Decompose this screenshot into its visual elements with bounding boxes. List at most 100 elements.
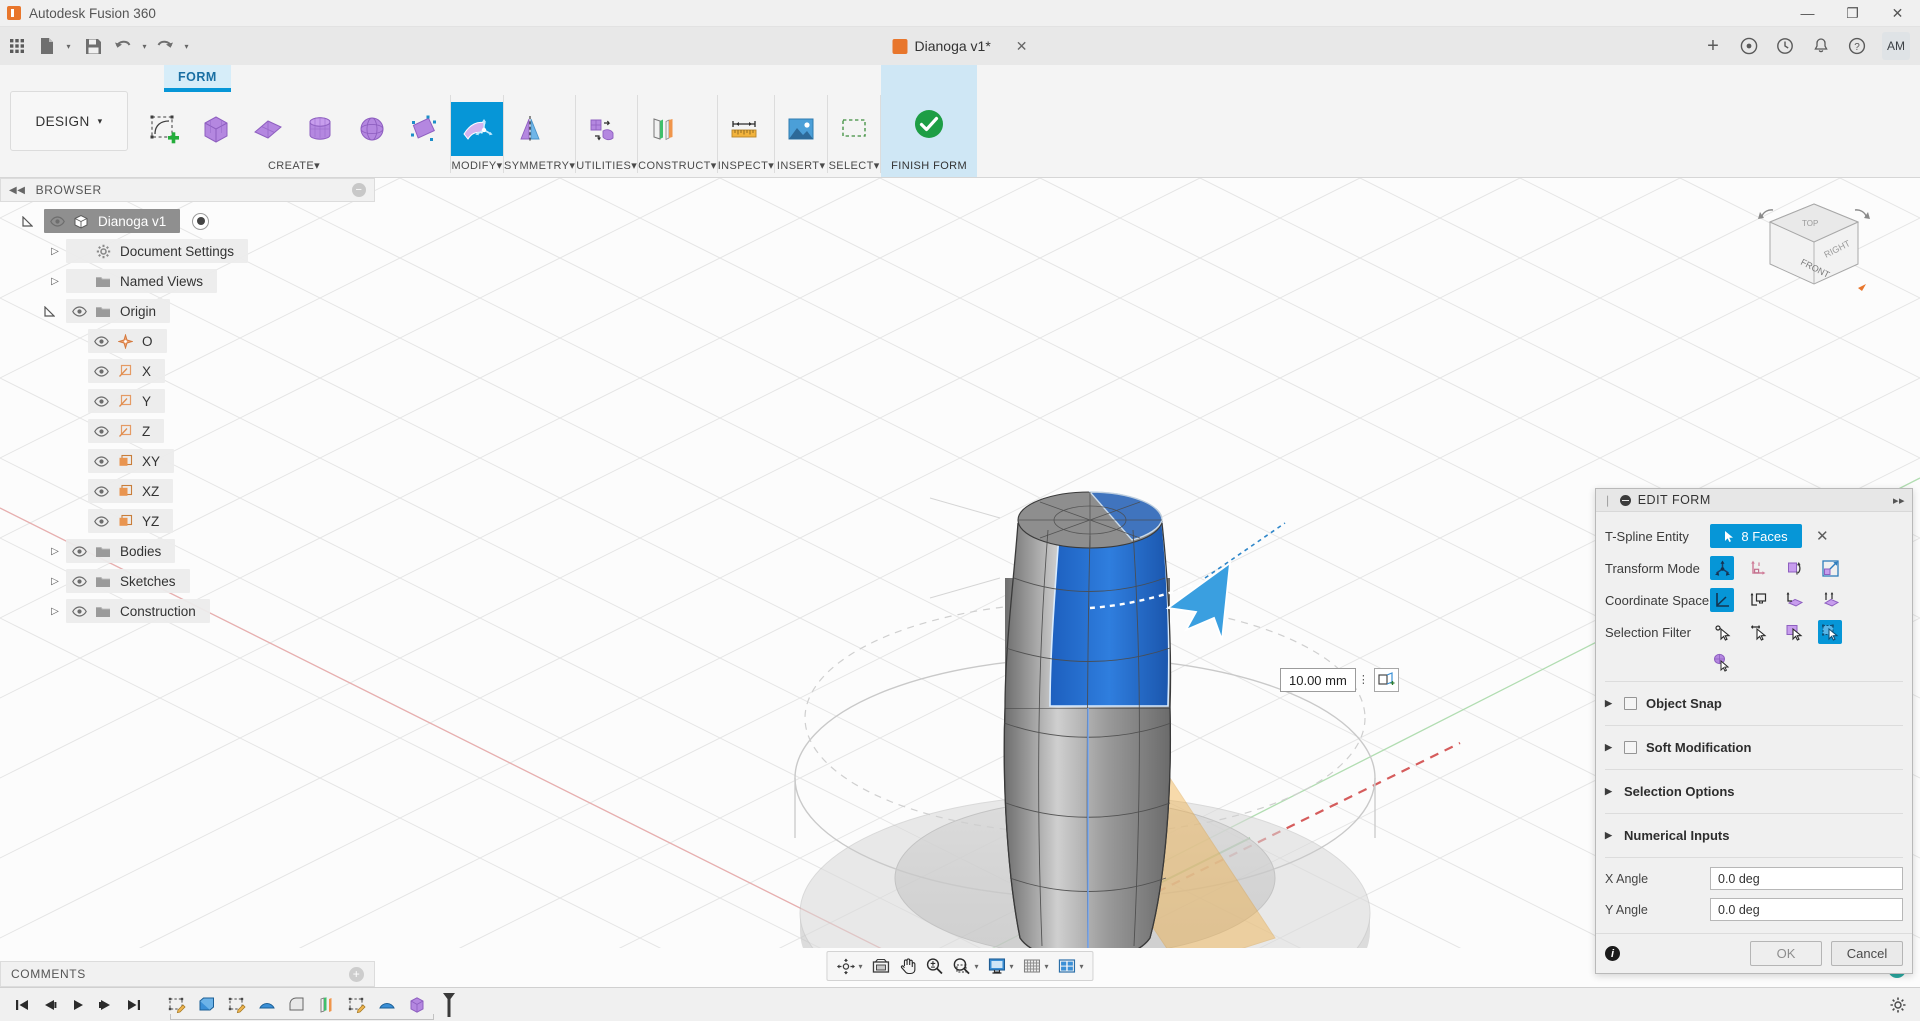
ribbon-group-insert-label[interactable]: INSERT bbox=[777, 160, 820, 172]
create-form-icon[interactable] bbox=[138, 102, 190, 156]
visibility-eye-icon[interactable] bbox=[88, 395, 114, 407]
browser-item-sketches[interactable]: ▷ Sketches bbox=[0, 566, 375, 596]
help-circle-icon[interactable] bbox=[1732, 31, 1766, 61]
visibility-eye-icon[interactable] bbox=[66, 575, 92, 587]
visibility-eye-icon[interactable] bbox=[88, 515, 114, 527]
activate-component-radio[interactable] bbox=[192, 212, 210, 230]
add-tab-button[interactable]: + bbox=[1696, 31, 1730, 61]
minimize-window-button[interactable]: — bbox=[1785, 0, 1830, 27]
quadball-icon[interactable] bbox=[398, 102, 450, 156]
section-numerical-inputs[interactable]: ▶ Numerical Inputs bbox=[1605, 819, 1903, 852]
notifications-bell-icon[interactable] bbox=[1804, 31, 1838, 61]
view-cube[interactable]: FRONT RIGHT TOP bbox=[1754, 192, 1874, 302]
insert-caret-icon[interactable]: ▾ bbox=[819, 160, 825, 172]
ribbon-group-utilities-label[interactable]: UTILITIES bbox=[576, 160, 631, 172]
object-snap-checkbox[interactable] bbox=[1624, 697, 1637, 710]
ribbon-group-create-label[interactable]: CREATE bbox=[268, 160, 314, 172]
redo-caret-icon[interactable]: ▾ bbox=[178, 31, 194, 61]
browser-item-xz[interactable]: XZ bbox=[0, 476, 375, 506]
workspace-selector[interactable]: DESIGN ▾ bbox=[10, 91, 128, 151]
skip-to-end-icon[interactable] bbox=[120, 991, 148, 1019]
timeline-settings-icon[interactable] bbox=[1884, 991, 1912, 1019]
cylinder-icon[interactable] bbox=[294, 102, 346, 156]
edit-form-header[interactable]: ❘ EDIT FORM ▸▸ bbox=[1596, 489, 1912, 512]
ribbon-group-modify-label[interactable]: MODIFY bbox=[451, 160, 496, 172]
measure-icon[interactable] bbox=[718, 102, 770, 156]
insert-image-icon[interactable] bbox=[775, 102, 827, 156]
dimension-input-group[interactable]: 10.00 mm ⋮ bbox=[1280, 668, 1399, 692]
pan-hand-icon[interactable] bbox=[895, 953, 920, 979]
minimize-icon[interactable]: − bbox=[352, 183, 366, 197]
transform-freeform-icon[interactable] bbox=[1710, 556, 1734, 580]
section-object-snap[interactable]: ▶ Object Snap bbox=[1605, 687, 1903, 720]
job-status-icon[interactable] bbox=[1768, 31, 1802, 61]
new-document-caret-icon[interactable]: ▾ bbox=[60, 31, 76, 61]
disclosure-triangle-icon[interactable]: ▷ bbox=[44, 546, 66, 557]
visibility-eye-icon[interactable] bbox=[88, 425, 114, 437]
ribbon-group-symmetry-label[interactable]: SYMMETRY bbox=[504, 160, 569, 172]
disclosure-triangle-icon[interactable]: ▷ bbox=[44, 606, 66, 617]
chevron-right-icon[interactable]: ▶ bbox=[1605, 830, 1615, 841]
dimension-apply-icon[interactable] bbox=[1373, 668, 1399, 692]
ok-button[interactable]: OK bbox=[1750, 941, 1822, 966]
visibility-eye-icon[interactable] bbox=[88, 335, 114, 347]
visibility-eye-icon[interactable] bbox=[66, 305, 92, 317]
visibility-eye-icon[interactable] bbox=[66, 605, 92, 617]
info-icon[interactable]: i bbox=[1605, 946, 1620, 961]
close-window-button[interactable]: ✕ bbox=[1875, 0, 1920, 27]
section-soft-modification[interactable]: ▶ Soft Modification bbox=[1605, 731, 1903, 764]
mirror-internal-icon[interactable] bbox=[504, 102, 556, 156]
browser-item-z[interactable]: Z bbox=[0, 416, 375, 446]
coordspace-view-icon[interactable] bbox=[1746, 588, 1770, 612]
visibility-eye-icon[interactable] bbox=[88, 455, 114, 467]
transform-rotate-icon[interactable] bbox=[1782, 556, 1806, 580]
drag-grip-icon[interactable]: ❘ bbox=[1603, 494, 1613, 507]
browser-item-origin[interactable]: Origin bbox=[0, 296, 375, 326]
viewports-icon[interactable]: ▾ bbox=[1054, 953, 1088, 979]
browser-item-construction[interactable]: ▷ Construction bbox=[0, 596, 375, 626]
browser-item-document-settings[interactable]: ▷ Document Settings bbox=[0, 236, 375, 266]
maximize-window-button[interactable]: ❐ bbox=[1830, 0, 1875, 27]
undo-icon[interactable] bbox=[110, 31, 136, 61]
filter-vertex-icon[interactable] bbox=[1710, 620, 1734, 644]
step-back-icon[interactable] bbox=[36, 991, 64, 1019]
sphere-icon[interactable] bbox=[346, 102, 398, 156]
disclosure-triangle-icon[interactable] bbox=[22, 215, 44, 227]
filter-group-icon[interactable] bbox=[1710, 650, 1734, 674]
browser-item-dianoga-v1[interactable]: Dianoga v1 bbox=[0, 206, 375, 236]
display-settings-icon[interactable]: ▾ bbox=[983, 953, 1017, 979]
visibility-eye-icon[interactable] bbox=[44, 215, 70, 227]
chevron-right-icon[interactable]: ▶ bbox=[1605, 698, 1615, 709]
comments-panel[interactable]: COMMENTS + bbox=[0, 961, 375, 987]
display-settings-caret-icon[interactable]: ▾ bbox=[1009, 962, 1013, 971]
browser-item-o[interactable]: O bbox=[0, 326, 375, 356]
disclosure-triangle-icon[interactable]: ▷ bbox=[44, 246, 66, 257]
box-icon[interactable] bbox=[190, 102, 242, 156]
dimension-options-icon[interactable]: ⋮ bbox=[1356, 675, 1371, 686]
add-comment-icon[interactable]: + bbox=[349, 966, 364, 982]
browser-item-x[interactable]: X bbox=[0, 356, 375, 386]
convert-icon[interactable] bbox=[576, 102, 628, 156]
browser-item-yz[interactable]: YZ bbox=[0, 506, 375, 536]
save-icon[interactable] bbox=[76, 31, 110, 61]
app-grid-icon[interactable] bbox=[0, 31, 34, 61]
ribbon-group-construct-label[interactable]: CONSTRUCT bbox=[638, 160, 711, 172]
disclosure-triangle-icon[interactable]: ▷ bbox=[44, 576, 66, 587]
tspline-entity-selection-chip[interactable]: 8 Faces bbox=[1710, 524, 1802, 548]
zoom-in-out-icon[interactable] bbox=[921, 953, 947, 979]
browser-item-named-views[interactable]: ▷ Named Views bbox=[0, 266, 375, 296]
chevron-right-icon[interactable]: ▶ bbox=[1605, 786, 1615, 797]
coordspace-world-icon[interactable] bbox=[1710, 588, 1734, 612]
ribbon-group-select-label[interactable]: SELECT bbox=[829, 160, 874, 172]
zoom-window-caret-icon[interactable]: ▾ bbox=[974, 962, 978, 971]
skip-to-start-icon[interactable] bbox=[8, 991, 36, 1019]
orbit-caret-icon[interactable]: ▾ bbox=[858, 962, 862, 971]
new-document-icon[interactable] bbox=[34, 31, 60, 61]
collapse-dialog-icon[interactable] bbox=[1619, 494, 1631, 506]
filter-body-icon[interactable] bbox=[1818, 620, 1842, 644]
document-tab[interactable]: Dianoga v1* ✕ bbox=[892, 27, 1028, 65]
look-at-icon[interactable] bbox=[867, 953, 894, 979]
transform-translate-icon[interactable] bbox=[1746, 556, 1770, 580]
tab-form[interactable]: FORM bbox=[164, 65, 231, 92]
browser-item-xy[interactable]: XY bbox=[0, 446, 375, 476]
